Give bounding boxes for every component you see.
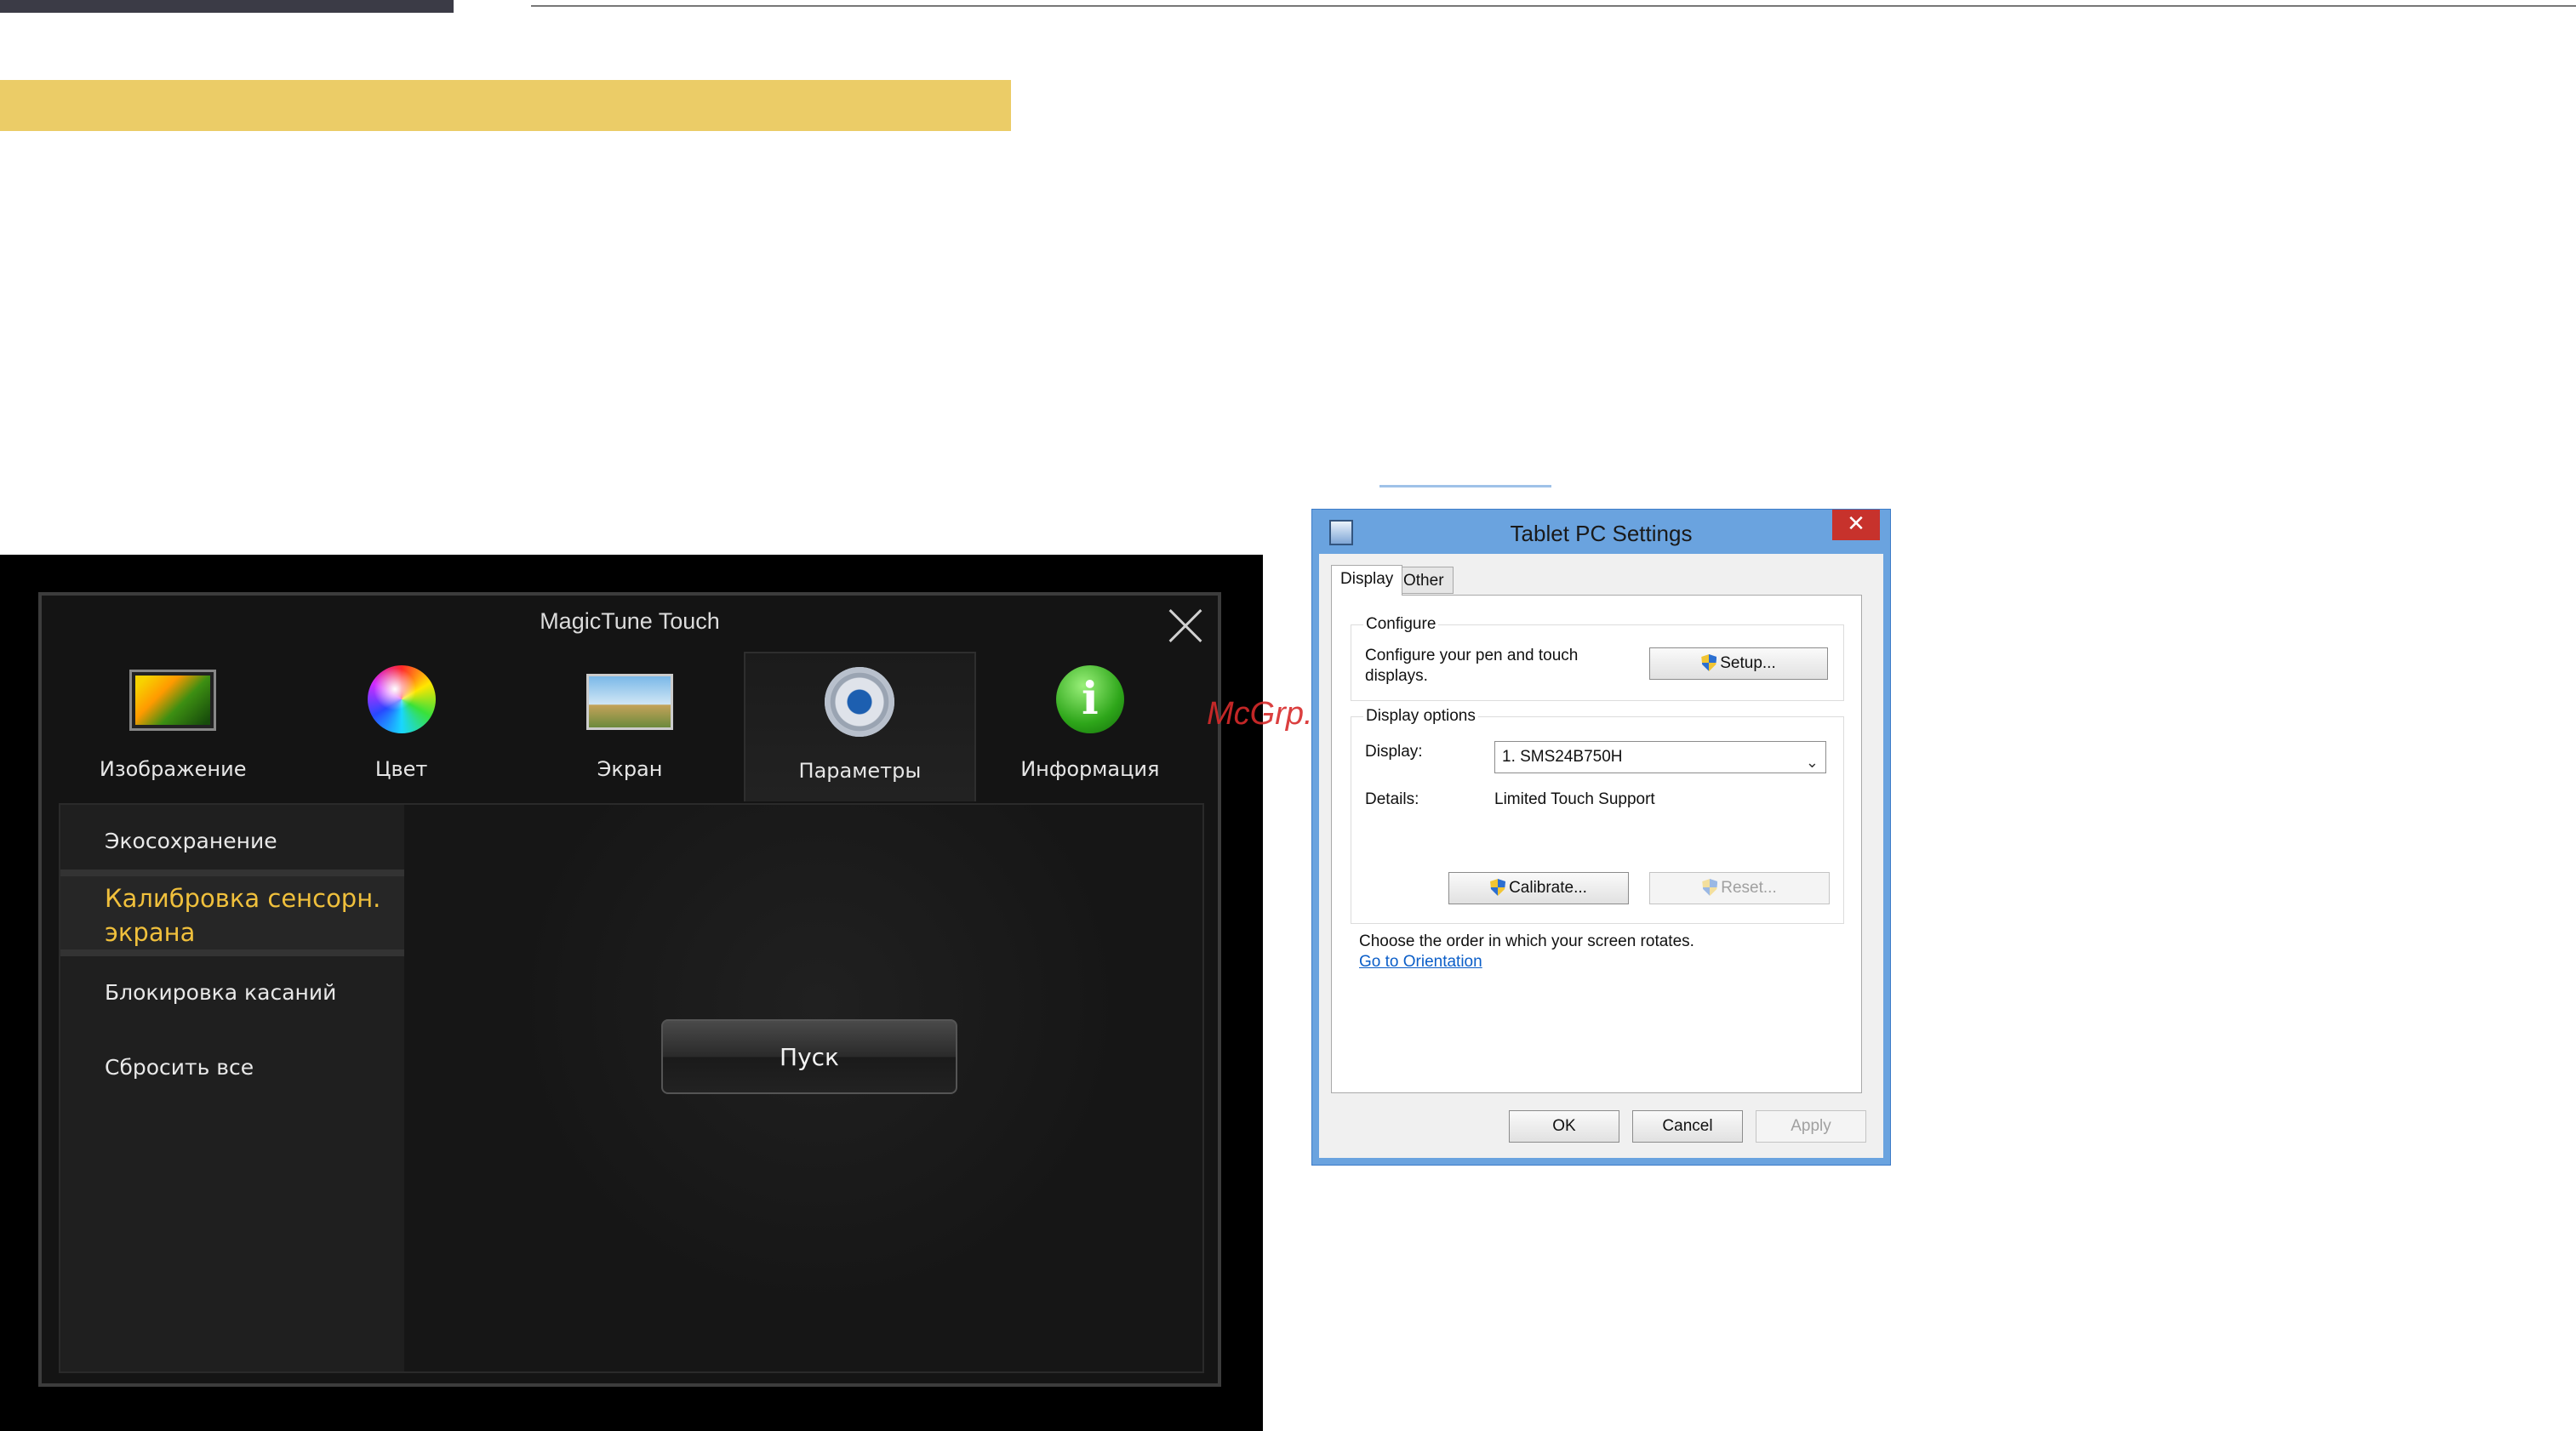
- configure-description: Configure your pen and touch displays.: [1365, 647, 1579, 685]
- link-underline: [1379, 485, 1551, 487]
- reset-button[interactable]: Reset...: [1649, 872, 1830, 904]
- orientation-description: Choose the order in which your screen ro…: [1359, 932, 1694, 950]
- magictune-sidebar: Экосохранение Калибровка сенсорн. экрана…: [60, 805, 404, 1371]
- calibrate-button[interactable]: Calibrate...: [1448, 872, 1629, 904]
- display-tab-page: Configure Configure your pen and touch d…: [1331, 595, 1862, 1093]
- magictune-screenshot: MagicTune Touch Изображение Цвет Экран П…: [0, 555, 1263, 1431]
- section-heading-band: [0, 80, 1011, 131]
- details-value: Limited Touch Support: [1494, 790, 1655, 808]
- tab-color[interactable]: Цвет: [287, 652, 515, 801]
- display-options-group: Display options Display: 1. SMS24B750H ⌄…: [1351, 707, 1844, 924]
- orientation-link[interactable]: Go to Orientation: [1359, 953, 1482, 972]
- tab-label: Экран: [597, 757, 663, 781]
- uac-shield-icon: [1490, 879, 1506, 896]
- setup-button-label: Setup...: [1720, 654, 1776, 672]
- display-select-value: 1. SMS24B750H: [1502, 748, 1623, 766]
- info-icon: i: [1055, 665, 1124, 733]
- color-wheel-icon: [367, 665, 436, 733]
- screen-resize-icon: [586, 674, 674, 730]
- header-dark-bar: [0, 0, 454, 13]
- tab-label: Параметры: [798, 759, 922, 783]
- reset-button-label: Reset...: [1721, 879, 1777, 897]
- magictune-tab-bar: Изображение Цвет Экран Параметры i Инфор…: [59, 652, 1204, 801]
- tab-label: Информация: [1020, 757, 1160, 781]
- magictune-window: MagicTune Touch Изображение Цвет Экран П…: [38, 592, 1221, 1387]
- gear-icon: [825, 667, 895, 737]
- header-rule: [531, 5, 2576, 7]
- ok-button[interactable]: OK: [1509, 1110, 1619, 1143]
- display-options-legend: Display options: [1363, 707, 1478, 726]
- close-button[interactable]: ✕: [1832, 510, 1880, 540]
- start-button[interactable]: Пуск: [661, 1019, 957, 1094]
- sidebar-item-eco-saving[interactable]: Экосохранение: [60, 820, 404, 863]
- tab-other[interactable]: Other: [1394, 567, 1454, 594]
- sidebar-item-touch-lock[interactable]: Блокировка касаний: [60, 972, 404, 1014]
- tablet-settings-window: Tablet PC Settings ✕ Display Other Confi…: [1311, 509, 1891, 1166]
- dialog-body: Display Other Configure Configure your p…: [1319, 554, 1883, 1158]
- title-bar[interactable]: Tablet PC Settings ✕: [1312, 510, 1890, 554]
- display-label: Display:: [1365, 743, 1423, 761]
- cancel-button[interactable]: Cancel: [1632, 1110, 1743, 1143]
- magictune-panel: Экосохранение Калибровка сенсорн. экрана…: [59, 803, 1204, 1373]
- tab-screen[interactable]: Экран: [516, 652, 744, 801]
- picture-monitor-icon: [132, 672, 214, 728]
- window-title: Tablet PC Settings: [1510, 521, 1693, 546]
- tab-label: Цвет: [374, 757, 428, 781]
- sidebar-item-touch-calibration[interactable]: Калибровка сенсорн. экрана: [60, 869, 404, 956]
- calibrate-button-label: Calibrate...: [1509, 879, 1587, 897]
- tab-info[interactable]: i Информация: [976, 652, 1204, 801]
- display-select[interactable]: 1. SMS24B750H ⌄: [1494, 741, 1826, 773]
- tab-image[interactable]: Изображение: [59, 652, 287, 801]
- uac-shield-icon: [1702, 879, 1718, 896]
- tab-display[interactable]: Display: [1331, 565, 1403, 596]
- uac-shield-icon: [1701, 654, 1717, 671]
- magictune-content: Пуск: [404, 805, 1202, 1371]
- tab-label: Изображение: [99, 757, 247, 781]
- configure-group: Configure Configure your pen and touch d…: [1351, 615, 1844, 701]
- setup-button[interactable]: Setup...: [1649, 647, 1828, 680]
- sidebar-item-reset-all[interactable]: Сбросить все: [60, 1046, 404, 1089]
- details-label: Details:: [1365, 790, 1419, 808]
- magictune-title: MagicTune Touch: [540, 608, 720, 634]
- close-icon[interactable]: [1168, 609, 1202, 643]
- apply-button[interactable]: Apply: [1756, 1110, 1866, 1143]
- configure-legend: Configure: [1363, 615, 1439, 634]
- tab-settings[interactable]: Параметры: [744, 652, 976, 801]
- chevron-down-icon: ⌄: [1805, 754, 1819, 771]
